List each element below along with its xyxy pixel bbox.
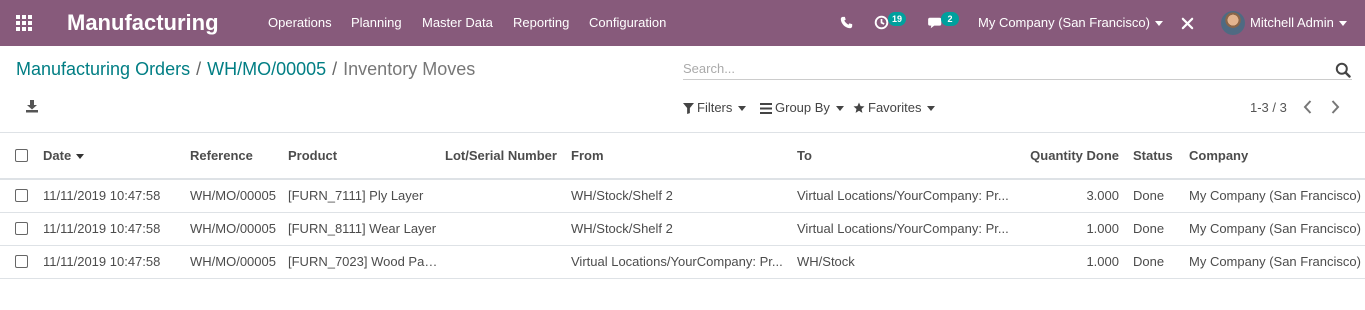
menu-configuration[interactable]: Configuration xyxy=(589,15,666,30)
user-name: Mitchell Admin xyxy=(1250,15,1334,30)
cell-status[interactable]: Done xyxy=(1127,212,1183,246)
row-checkbox[interactable] xyxy=(15,255,28,268)
pager-previous-icon[interactable] xyxy=(1300,98,1316,116)
chevron-down-icon xyxy=(1154,21,1163,27)
breadcrumb-separator: / xyxy=(332,59,338,79)
favorites-label: Favorites xyxy=(868,100,922,115)
breadcrumb-mo-record[interactable]: WH/MO/00005 xyxy=(207,59,326,79)
table-header-row: Date Reference Product Lot/Serial Number… xyxy=(0,133,1365,180)
cell-date[interactable]: 11/11/2019 10:47:58 xyxy=(37,245,184,279)
download-icon[interactable] xyxy=(25,99,39,113)
cell-product[interactable]: [FURN_8111] Wear Layer xyxy=(282,212,439,246)
cell-from[interactable]: WH/Stock/Shelf 2 xyxy=(565,212,791,246)
breadcrumb-manufacturing-orders[interactable]: Manufacturing Orders xyxy=(16,59,190,79)
search-input[interactable] xyxy=(683,58,1352,80)
cell-status[interactable]: Done xyxy=(1127,245,1183,279)
phone-icon[interactable] xyxy=(840,16,853,32)
cell-lot[interactable] xyxy=(439,179,565,213)
chevron-down-icon xyxy=(738,106,747,112)
group-by-label: Group By xyxy=(775,100,830,115)
cell-company[interactable]: My Company (San Francisco) xyxy=(1183,212,1365,246)
column-header-status[interactable]: Status xyxy=(1127,133,1183,180)
cell-reference[interactable]: WH/MO/00005 xyxy=(184,179,282,213)
cell-from[interactable]: WH/Stock/Shelf 2 xyxy=(565,179,791,213)
cell-product[interactable]: [FURN_7023] Wood Panel xyxy=(282,245,439,279)
column-header-date[interactable]: Date xyxy=(37,133,184,180)
column-header-product[interactable]: Product xyxy=(282,133,439,180)
cell-from[interactable]: Virtual Locations/YourCompany: Pr... xyxy=(565,245,791,279)
select-all-checkbox[interactable] xyxy=(15,149,28,162)
column-header-quantity-done[interactable]: Quantity Done xyxy=(1017,133,1127,180)
cell-date[interactable]: 11/11/2019 10:47:58 xyxy=(37,179,184,213)
favorites-dropdown[interactable]: Favorites xyxy=(853,100,936,117)
stock-moves-table: Date Reference Product Lot/Serial Number… xyxy=(0,133,1365,279)
cell-to[interactable]: WH/Stock xyxy=(791,245,1017,279)
breadcrumb-separator: / xyxy=(196,59,202,79)
user-avatar[interactable] xyxy=(1221,11,1245,35)
sort-desc-icon xyxy=(76,154,85,160)
cell-lot[interactable] xyxy=(439,245,565,279)
cell-status[interactable]: Done xyxy=(1127,179,1183,213)
column-header-from[interactable]: From xyxy=(565,133,791,180)
activity-count-badge: 19 xyxy=(888,12,907,26)
column-header-company[interactable]: Company xyxy=(1183,133,1365,180)
company-switcher[interactable]: My Company (San Francisco) xyxy=(978,15,1163,30)
select-all-cell xyxy=(0,133,37,180)
menu-reporting[interactable]: Reporting xyxy=(513,15,569,30)
filter-icon xyxy=(683,102,694,117)
table-row[interactable]: 11/11/2019 10:47:58 WH/MO/00005 [FURN_71… xyxy=(0,179,1365,213)
filters-dropdown[interactable]: Filters xyxy=(683,100,747,117)
debug-close-icon[interactable] xyxy=(1181,17,1194,33)
cell-quantity-done[interactable]: 3.000 xyxy=(1017,179,1127,213)
message-count-badge: 2 xyxy=(941,12,959,26)
cell-to[interactable]: Virtual Locations/YourCompany: Pr... xyxy=(791,179,1017,213)
pager-value[interactable]: 1-3 / 3 xyxy=(1250,100,1287,115)
app-title[interactable]: Manufacturing xyxy=(67,10,219,36)
cell-to[interactable]: Virtual Locations/YourCompany: Pr... xyxy=(791,212,1017,246)
menu-operations[interactable]: Operations xyxy=(268,15,332,30)
search-icon[interactable] xyxy=(1335,62,1351,78)
menu-master-data[interactable]: Master Data xyxy=(422,15,493,30)
cell-reference[interactable]: WH/MO/00005 xyxy=(184,245,282,279)
cell-quantity-done[interactable]: 1.000 xyxy=(1017,245,1127,279)
group-by-dropdown[interactable]: Group By xyxy=(760,100,844,117)
row-checkbox[interactable] xyxy=(15,189,28,203)
cell-quantity-done[interactable]: 1.000 xyxy=(1017,212,1127,246)
table-row[interactable]: 11/11/2019 10:47:58 WH/MO/00005 [FURN_70… xyxy=(0,245,1365,279)
breadcrumb: Manufacturing Orders / WH/MO/00005/Invento… xyxy=(16,59,475,80)
company-name: My Company (San Francisco) xyxy=(978,15,1150,30)
row-select-cell xyxy=(0,179,37,213)
cell-lot[interactable] xyxy=(439,212,565,246)
cell-date[interactable]: 11/11/2019 10:47:58 xyxy=(37,212,184,246)
list-icon xyxy=(760,102,772,117)
chevron-down-icon xyxy=(1338,21,1347,27)
column-header-to[interactable]: To xyxy=(791,133,1017,180)
column-header-lot-serial[interactable]: Lot/Serial Number xyxy=(439,133,565,180)
cell-company[interactable]: My Company (San Francisco) xyxy=(1183,245,1365,279)
column-header-reference[interactable]: Reference xyxy=(184,133,282,180)
pager-next-icon[interactable] xyxy=(1327,98,1343,116)
row-checkbox[interactable] xyxy=(15,222,28,235)
cell-company[interactable]: My Company (San Francisco) xyxy=(1183,179,1365,213)
cell-product[interactable]: [FURN_7111] Ply Layer xyxy=(282,179,439,213)
chevron-down-icon xyxy=(835,106,844,112)
breadcrumb-current: Inventory Moves xyxy=(343,59,476,79)
apps-grid-icon[interactable] xyxy=(16,15,33,32)
activity-clock-icon[interactable] xyxy=(874,15,889,33)
user-menu[interactable]: Mitchell Admin xyxy=(1250,15,1347,30)
filters-label: Filters xyxy=(697,100,733,115)
cell-reference[interactable]: WH/MO/00005 xyxy=(184,212,282,246)
chevron-down-icon xyxy=(927,106,936,112)
table-row[interactable]: 11/11/2019 10:47:58 WH/MO/00005 [FURN_81… xyxy=(0,212,1365,246)
menu-planning[interactable]: Planning xyxy=(351,15,402,30)
row-select-cell xyxy=(0,212,37,246)
star-icon xyxy=(853,102,865,117)
row-select-cell xyxy=(0,245,37,279)
top-navbar: Manufacturing Operations Planning Master… xyxy=(0,0,1365,46)
